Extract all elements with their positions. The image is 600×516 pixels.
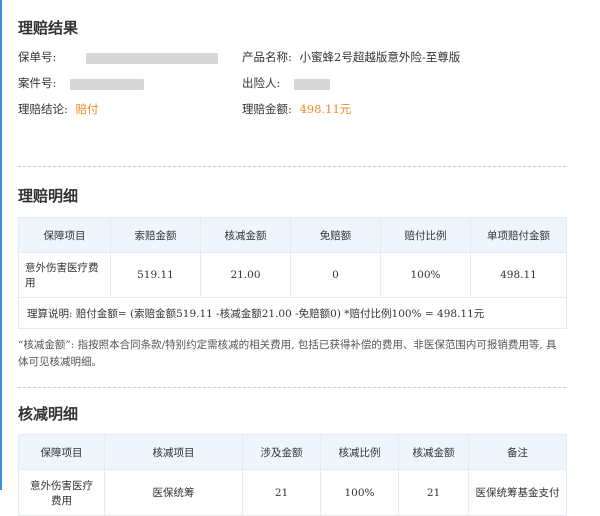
table-cell: 100%: [320, 469, 399, 516]
table-row: 意外伤害医疗费用 519.11 21.00 0 100% 498.11: [18, 252, 567, 298]
case-no-redacted: [70, 78, 145, 90]
table-cell: 0: [290, 252, 381, 298]
claim-details-table: 保障项目 索赔金额 核减金额 免赔额 赔付比例 单项赔付金额 意外伤害医疗费用 …: [18, 217, 567, 329]
claim-details-title: 理赔明细: [18, 187, 79, 205]
column-header: 涉及金额: [242, 434, 321, 470]
table-header-row: 保障项目 核减项目 涉及金额 核减比例 核减金额 备注: [18, 434, 567, 470]
table-cell: 意外伤害医疗费用: [18, 469, 105, 516]
column-header: 核减金额: [200, 217, 291, 253]
claim-conclusion-label: 理赔结论:: [18, 102, 68, 116]
product-name-label: 产品名称:: [242, 50, 292, 64]
column-header: 单项赔付金额: [470, 217, 567, 253]
deduction-details-table: 保障项目 核减项目 涉及金额 核减比例 核减金额 备注 意外伤害医疗费用 医保统…: [18, 434, 567, 516]
policy-no-redacted: [86, 52, 219, 64]
deduction-details-title: 核减明细: [18, 405, 79, 423]
table-cell: 100%: [380, 252, 471, 298]
table-cell: 意外伤害医疗费用: [18, 252, 111, 298]
claim-result-info: 保单号: 产品名称: 小蜜蜂2号超越版意外险-至尊版 案件号: 出险人: 理赔结…: [18, 44, 566, 136]
left-accent-rule: [0, 0, 2, 490]
insured-person-redacted: [294, 78, 331, 90]
claim-amount-value: 498.11元: [299, 102, 352, 116]
table-cell: 医保统筹: [104, 469, 243, 516]
policy-no-label: 保单号:: [18, 50, 57, 64]
column-header: 保障项目: [18, 217, 111, 253]
insured-person-label: 出险人:: [242, 76, 281, 90]
table-header-row: 保障项目 索赔金额 核减金额 免赔额 赔付比例 单项赔付金额: [18, 217, 567, 253]
claim-conclusion-value: 赔付: [75, 102, 99, 116]
table-cell: 21: [242, 469, 321, 516]
case-no-label: 案件号:: [18, 76, 57, 90]
calculation-note: 理算说明: 赔付金额= (索赔金额519.11 -核减金额21.00 -免赔额0…: [18, 297, 567, 329]
table-cell: 498.11: [470, 252, 567, 298]
claim-result-page: 理赔结果 保单号: 产品名称: 小蜜蜂2号超越版意外险-至尊版 案件号: 出险人…: [18, 0, 567, 516]
column-header: 核减比例: [320, 434, 399, 470]
column-header: 赔付比例: [380, 217, 471, 253]
table-cell: 医保统筹基金支付: [468, 469, 567, 516]
calculation-note-row: 理算说明: 赔付金额= (索赔金额519.11 -核减金额21.00 -免赔额0…: [18, 297, 567, 329]
column-header: 免赔额: [290, 217, 381, 253]
claim-amount-label: 理赔金额:: [242, 102, 292, 116]
table-cell: 21: [398, 469, 469, 516]
claim-result-title: 理赔结果: [18, 19, 79, 37]
table-cell: 519.11: [110, 252, 201, 298]
column-header: 索赔金额: [110, 217, 201, 253]
column-header: 核减金额: [398, 434, 469, 470]
column-header: 核减项目: [104, 434, 243, 470]
deduction-footnote: “核减金额”: 指按照本合同条款/特别约定需核减的相关费用, 包括已获得补偿的费…: [18, 339, 557, 368]
product-name-value: 小蜜蜂2号超越版意外险-至尊版: [299, 50, 461, 64]
column-header: 保障项目: [18, 434, 105, 470]
table-row: 意外伤害医疗费用 医保统筹 21 100% 21 医保统筹基金支付: [18, 469, 567, 516]
column-header: 备注: [468, 434, 567, 470]
table-cell: 21.00: [200, 252, 291, 298]
